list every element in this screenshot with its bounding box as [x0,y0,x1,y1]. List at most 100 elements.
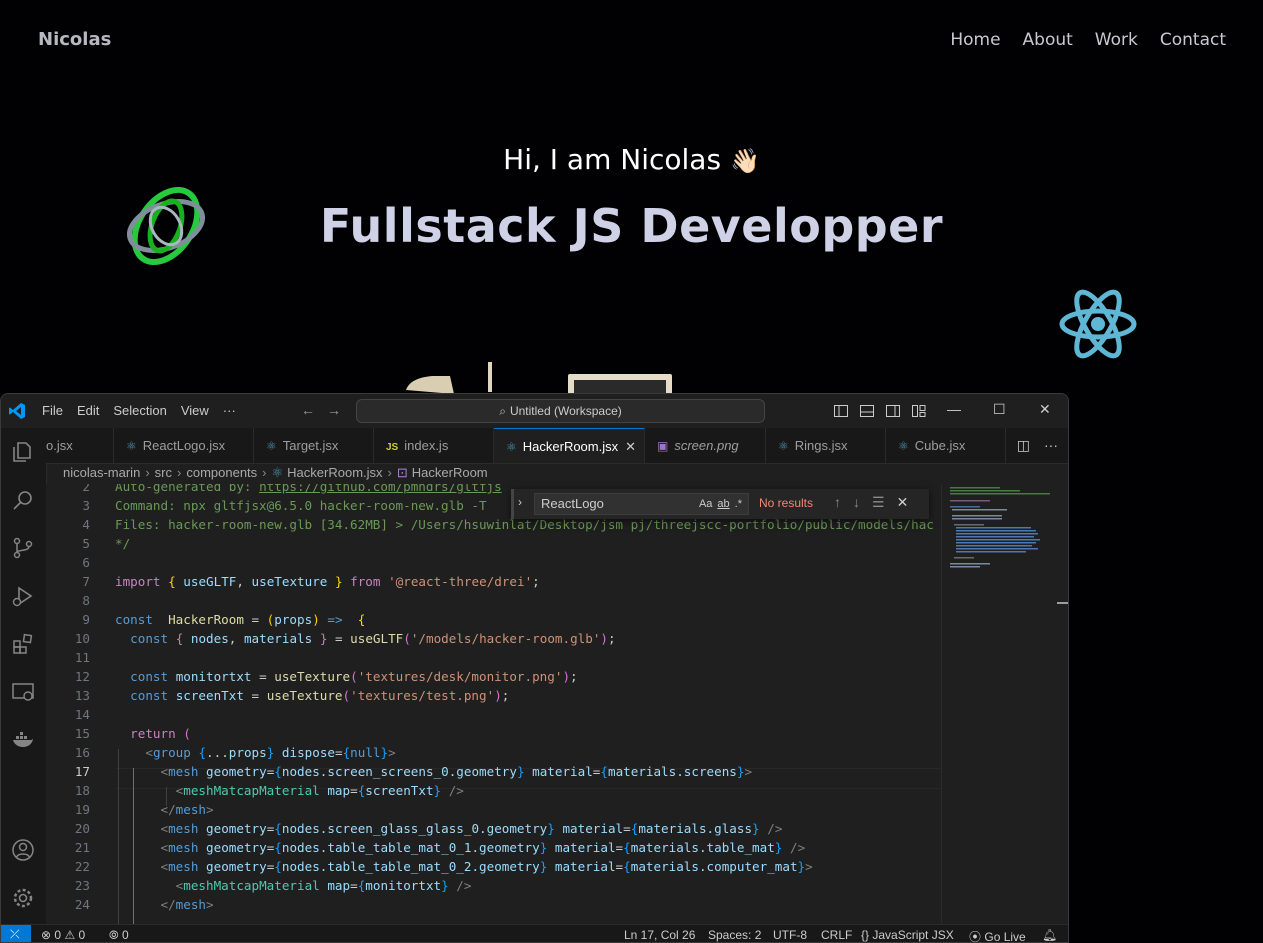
find-widget: › ReactLogo Aa ab .* No results ↑ ↓ ☰ ✕ [511,489,929,519]
nav-contact[interactable]: Contact [1160,30,1226,50]
vertical-scrollbar[interactable] [1053,484,1068,924]
source-control-icon[interactable] [11,536,35,560]
scrollbar-thumb[interactable] [1057,602,1068,604]
code-line: <mesh geometry={nodes.table_table_mat_0_… [160,859,813,874]
remote-explorer-icon[interactable] [11,680,35,704]
find-input[interactable]: ReactLogo Aa ab .* [534,493,749,515]
find-result-count: No results [759,496,814,510]
line-number: 9 [82,612,90,627]
nav-work[interactable]: Work [1095,30,1138,50]
menu-edit[interactable]: Edit [77,403,99,418]
tab-label: ReactLogo.jsx [142,438,226,453]
crumb-symbol[interactable]: HackerRoom [412,465,488,480]
code-link[interactable]: https://github.com/pmndrs/gltfjs [259,484,502,494]
explorer-icon[interactable] [11,440,35,464]
go-live-button[interactable]: ⦿ Go Live [969,928,1026,942]
crumb-src[interactable]: src [155,465,172,480]
close-window-icon[interactable]: ✕ [1039,401,1051,418]
toggle-replace-chevron-icon[interactable]: › [518,495,522,509]
cursor-position[interactable]: Ln 17, Col 26 [624,928,695,942]
crumb-components[interactable]: components [186,465,257,480]
accounts-icon[interactable] [11,838,35,862]
site-nav: Home About Work Contact [950,30,1226,50]
code-editor[interactable]: 2 3 4 5 6 7 8 9 10 11 12 13 14 15 16 17 … [46,484,941,924]
nav-about[interactable]: About [1023,30,1073,50]
run-debug-icon[interactable] [11,584,35,608]
react-icon: ⚛ [898,439,909,453]
react-icon: ⚛ [266,439,277,453]
customize-layout-icon[interactable] [911,403,927,419]
find-in-selection-icon[interactable]: ☰ [872,494,885,511]
crumb-root[interactable]: nicolas-marin [63,465,140,480]
regex-toggle[interactable]: .* [735,494,742,514]
line-number: 18 [74,783,90,798]
close-find-icon[interactable]: ✕ [897,494,909,511]
ports-indicator[interactable]: ⦾ 0 [109,928,129,942]
match-case-toggle[interactable]: Aa [699,494,712,514]
crumb-file[interactable]: HackerRoom.jsx [287,465,382,480]
next-match-arrow-icon[interactable]: ↓ [853,494,860,511]
tab-cube[interactable]: ⚛ Cube.jsx [886,428,1006,463]
language-mode[interactable]: {} JavaScript JSX [861,928,954,942]
find-buttons: ↑ ↓ ☰ ✕ [834,494,908,511]
menu-view[interactable]: View [181,403,209,418]
toggle-secondary-sidebar-icon[interactable] [885,403,901,419]
find-options: Aa ab .* [699,494,742,514]
docker-icon[interactable] [11,728,35,752]
rings-3d-model [127,186,205,266]
menu-selection[interactable]: Selection [113,403,166,418]
code-line: Command: npx gltfjsx@6.5.0 hacker-room-n… [115,498,487,513]
forward-arrow-icon[interactable]: → [327,402,341,418]
line-number: 6 [82,555,90,570]
command-center[interactable]: ⌕ Untitled (Workspace) [356,399,765,423]
chevron-right-icon: › [177,465,182,480]
tab-screen[interactable]: ▣ screen.png [645,428,766,463]
remote-indicator[interactable]: ⤫ [1,925,31,942]
tab-hackerroom[interactable]: ⚛ HackerRoom.jsx ✕ [494,428,645,463]
site-logo[interactable]: Nicolas [38,29,111,50]
line-number-current: 17 [74,764,90,779]
menu-file[interactable]: File [42,403,63,418]
tab-label: Cube.jsx [914,438,966,453]
search-icon[interactable] [11,488,35,512]
extensions-icon[interactable] [11,632,35,656]
code-line: <mesh geometry={nodes.screen_screens_0.g… [160,764,753,779]
activity-bar [1,428,47,924]
code-line: </mesh> [160,802,214,817]
code-line: const HackerRoom = (props) => { [115,612,366,627]
line-number: 24 [74,897,90,912]
chevron-right-icon: › [387,465,392,480]
problems-indicator[interactable]: ⊗ 0 ⚠ 0 [41,928,85,942]
line-number: 11 [74,650,90,665]
tab-index[interactable]: JS index.js [374,428,494,463]
previous-match-arrow-icon[interactable]: ↑ [834,494,841,511]
indentation[interactable]: Spaces: 2 [708,928,761,942]
nav-home[interactable]: Home [950,30,1000,50]
minimap[interactable] [941,484,1052,924]
match-whole-word-toggle[interactable]: ab [717,494,729,514]
gear-icon[interactable] [11,886,35,910]
maximize-icon[interactable]: ☐ [993,401,1006,418]
end-of-line[interactable]: CRLF [821,928,852,942]
error-icon: ⊗ [41,928,52,942]
react-icon: ⚛ [778,439,789,453]
tab-logo[interactable]: o.jsx [46,428,114,463]
minimize-icon[interactable]: — [947,401,961,417]
tab-target[interactable]: ⚛ Target.jsx [254,428,374,463]
tab-label: Rings.jsx [794,438,848,453]
split-editor-icon[interactable]: ◫ [1017,437,1030,454]
tab-reactlogo[interactable]: ⚛ ReactLogo.jsx [114,428,254,463]
react-logo-3d [1059,289,1137,359]
encoding[interactable]: UTF-8 [773,928,807,942]
toggle-panel-icon[interactable] [859,403,875,419]
back-arrow-icon[interactable]: ← [301,402,315,418]
menu-more[interactable]: ··· [223,403,236,418]
toggle-sidebar-icon[interactable] [833,403,849,419]
tab-label: screen.png [674,438,739,453]
line-number: 7 [82,574,90,589]
bell-icon[interactable]: 🔔︎ [1042,928,1057,942]
close-tab-icon[interactable]: ✕ [625,429,636,463]
tab-rings[interactable]: ⚛ Rings.jsx [766,428,886,463]
more-actions-icon[interactable]: ··· [1044,437,1058,454]
line-number: 10 [74,631,90,646]
